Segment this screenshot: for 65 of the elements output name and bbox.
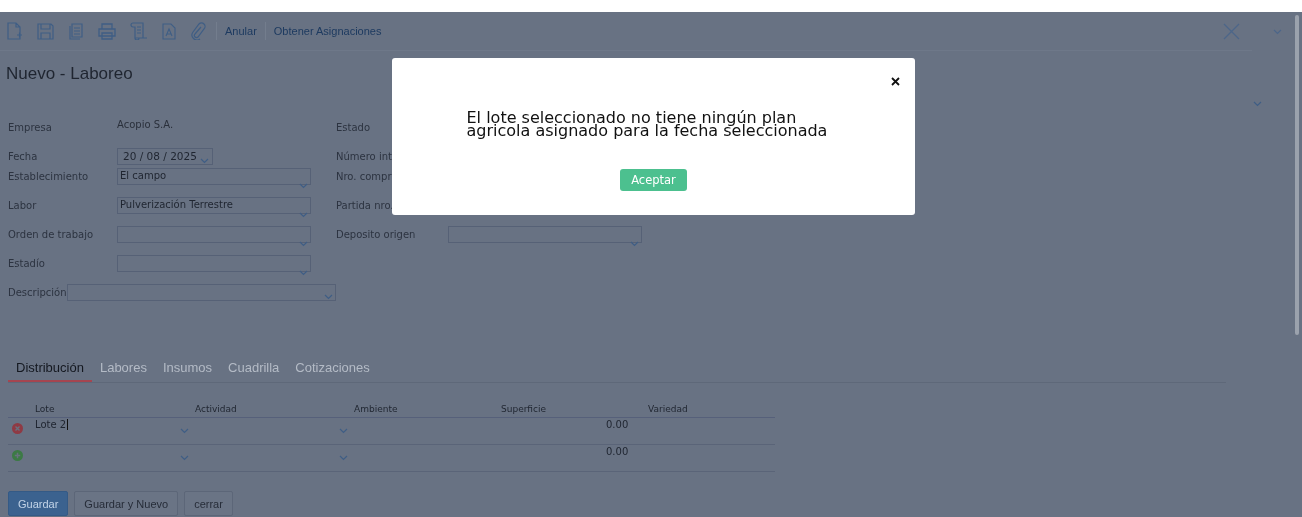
add-icon[interactable] [12, 450, 23, 461]
caret-down-icon[interactable] [630, 241, 639, 247]
select-field[interactable]: El campo [117, 168, 311, 185]
field-label: Establecimiento [8, 170, 90, 182]
page-title: Nuevo - Laboreo [6, 64, 133, 85]
caret-down-icon[interactable] [1253, 101, 1262, 107]
text-document-icon[interactable] [162, 22, 176, 40]
field-label: Nro. compr [336, 170, 393, 182]
column-header: Actividad [195, 404, 238, 416]
caret-down-icon[interactable] [339, 428, 348, 434]
field-label: Deposito origen [336, 228, 417, 240]
field-label: Labor [8, 199, 38, 211]
save-icon[interactable] [37, 22, 54, 40]
paperclip-icon[interactable] [190, 22, 206, 40]
tab[interactable]: Cuadrilla [220, 354, 288, 382]
field-label: Descripción [8, 286, 67, 298]
field-label: Orden de trabajo [8, 228, 95, 240]
scrollbar-thumb[interactable] [1295, 15, 1299, 335]
superficie-value: 0.00 [606, 419, 629, 430]
form-button[interactable]: Guardar [8, 491, 69, 516]
scroll-document-icon[interactable] [130, 22, 148, 40]
field-label: Estado [336, 121, 372, 133]
select-field[interactable] [117, 226, 311, 243]
caret-down-icon[interactable] [299, 270, 308, 276]
field-label: Número int [336, 150, 393, 162]
column-header: Lote [35, 404, 56, 416]
print-icon[interactable] [98, 22, 116, 40]
lote-input[interactable]: Lote 2 [35, 419, 69, 430]
accept-button[interactable]: Aceptar [620, 169, 687, 191]
toolbar-link[interactable]: Anular [225, 25, 257, 37]
column-header: Variedad [648, 404, 689, 416]
select-field[interactable] [117, 255, 311, 272]
select-field[interactable] [448, 226, 642, 243]
select-field[interactable]: 20 / 08 / 2025 [117, 148, 213, 165]
form-button[interactable]: Guardar y Nuevo [74, 491, 179, 516]
column-header: Ambiente [354, 404, 399, 416]
toolbar-link[interactable]: Obtener Asignaciones [273, 25, 382, 37]
caret-down-icon[interactable] [180, 455, 189, 461]
field-label: Fecha [8, 150, 39, 162]
field-value: Acopio S.A. [117, 119, 174, 130]
tab[interactable]: Labores [91, 354, 155, 382]
caret-down-icon[interactable] [299, 183, 308, 189]
form-button[interactable]: cerrar [184, 491, 233, 516]
caret-down-icon[interactable] [180, 428, 189, 434]
superficie-value: 0.00 [606, 446, 629, 457]
caret-down-icon[interactable] [299, 241, 308, 247]
column-header: Superficie [501, 404, 548, 416]
dialog-message: El lote seleccionado no tiene ningún plan agricola asignado para la fecha seleccionada [466, 111, 829, 137]
select-field[interactable] [66, 284, 336, 301]
select-field[interactable]: Pulverización Terrestre [117, 197, 311, 214]
field-label: Partida nro. [336, 199, 395, 211]
caret-down-icon[interactable] [1273, 29, 1282, 35]
caret-down-icon[interactable] [200, 158, 209, 164]
field-label: Estadío [8, 257, 46, 269]
close-icon[interactable] [891, 77, 900, 86]
tab[interactable]: Insumos [154, 354, 221, 382]
copy-icon[interactable] [68, 22, 84, 40]
new-document-icon[interactable] [7, 22, 23, 40]
field-label: Empresa [8, 121, 53, 133]
caret-down-icon[interactable] [299, 212, 308, 218]
tab[interactable]: Cotizaciones [287, 354, 378, 382]
caret-down-icon[interactable] [339, 455, 348, 461]
caret-down-icon[interactable] [324, 294, 333, 300]
remove-icon[interactable] [12, 423, 23, 434]
tab[interactable]: Distribución [8, 354, 92, 382]
